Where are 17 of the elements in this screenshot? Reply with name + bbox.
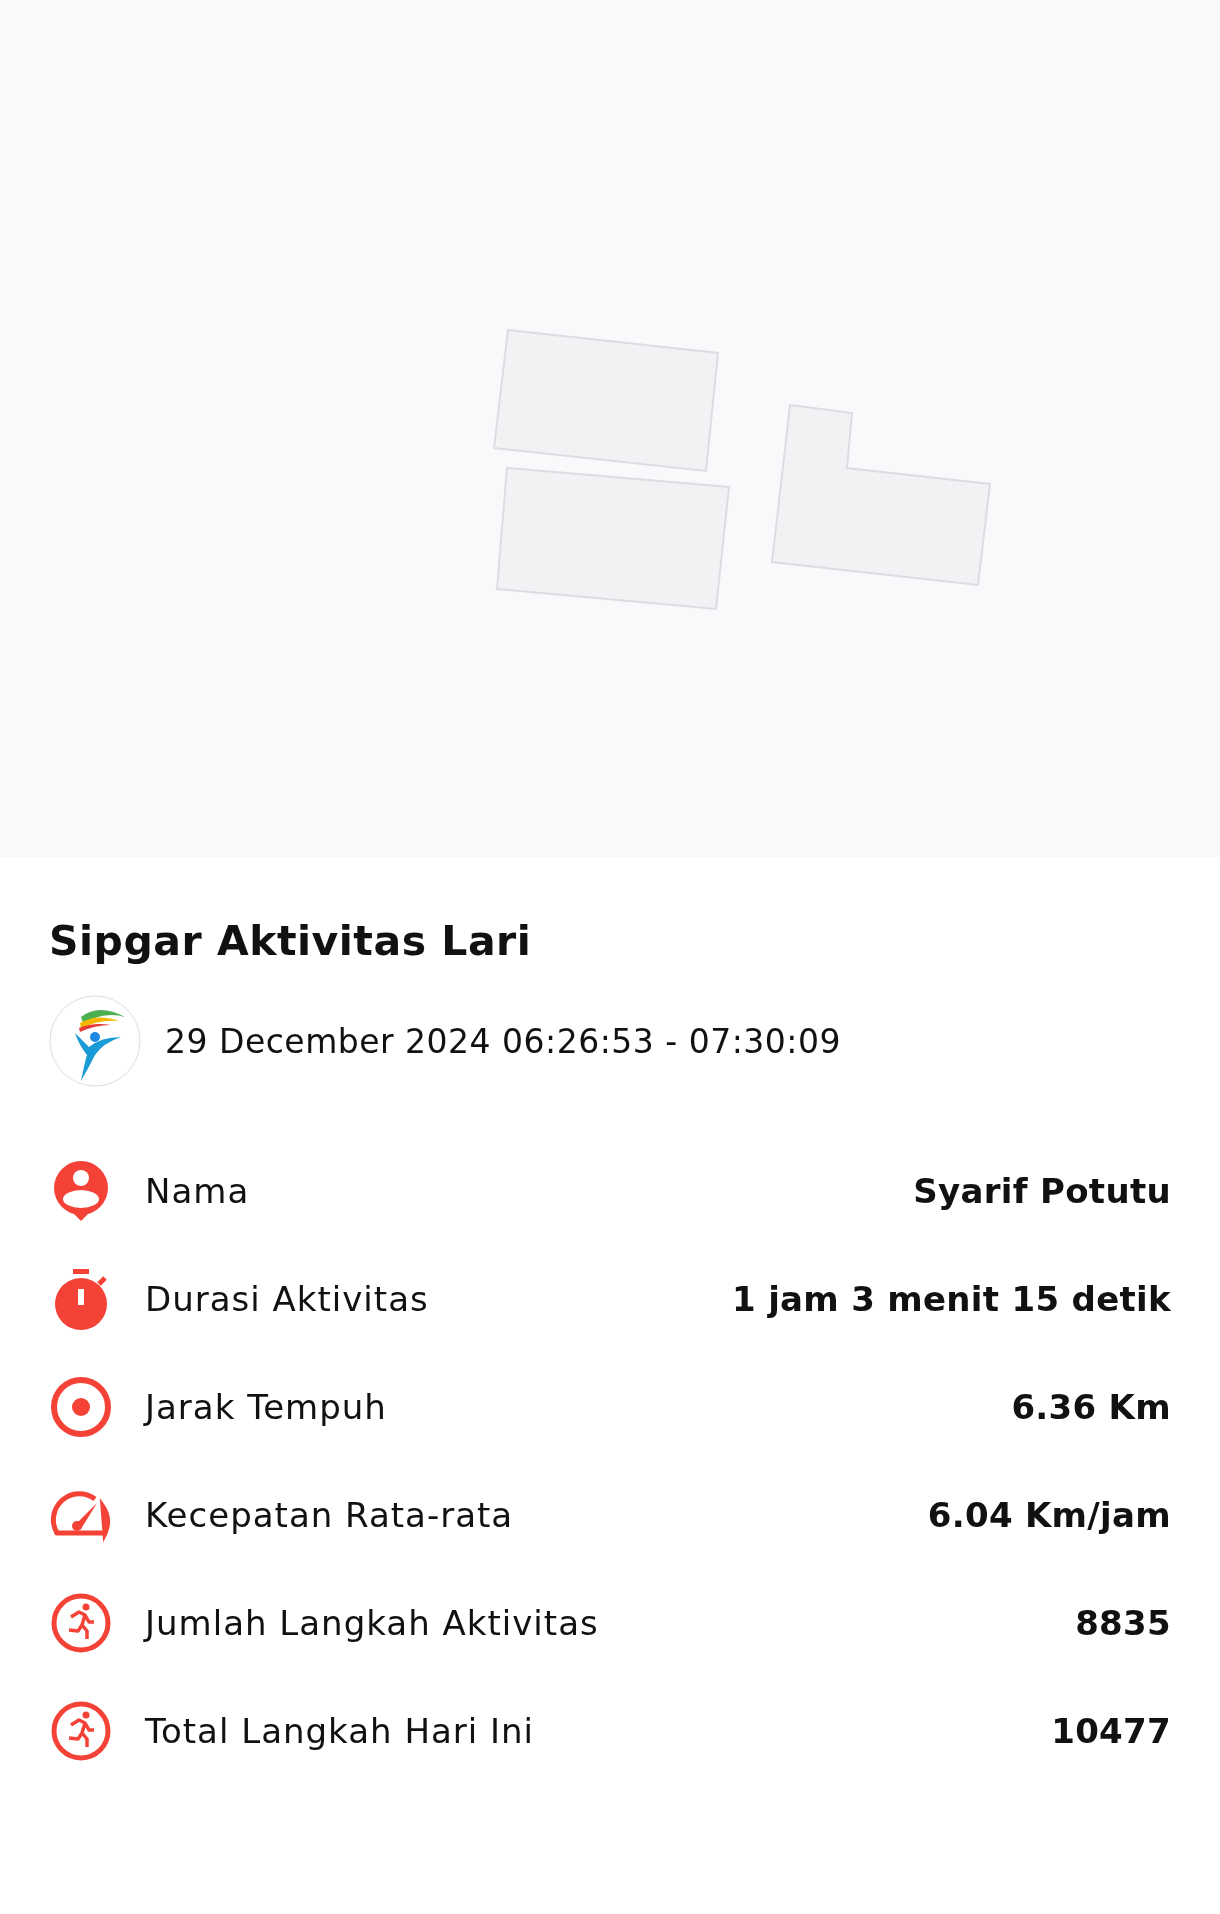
stat-label: Jumlah Langkah Aktivitas — [145, 1603, 600, 1643]
stat-value: 1 jam 3 menit 15 detik — [732, 1279, 1171, 1319]
activity-time-range: 29 December 2024 06:26:53 - 07:30:09 — [165, 1021, 841, 1061]
stat-label: Kecepatan Rata-rata — [145, 1495, 515, 1535]
stat-label: Jarak Tempuh — [145, 1387, 388, 1427]
stat-label: Nama — [145, 1171, 251, 1211]
target-icon — [49, 1375, 113, 1439]
stat-label: Total Langkah Hari Ini — [145, 1711, 536, 1751]
stat-value: 6.04 Km/jam — [927, 1495, 1171, 1535]
stat-value: 6.36 Km — [1011, 1387, 1171, 1427]
stat-value: 8835 — [1075, 1603, 1171, 1643]
stat-value: 10477 — [1051, 1711, 1171, 1751]
runner-icon — [49, 1699, 113, 1763]
stat-label: Durasi Aktivitas — [145, 1279, 430, 1319]
stat-value: Syarif Potutu — [913, 1171, 1171, 1211]
activity-title: Sipgar Aktivitas Lari — [49, 917, 533, 965]
runner-icon — [49, 1591, 113, 1655]
